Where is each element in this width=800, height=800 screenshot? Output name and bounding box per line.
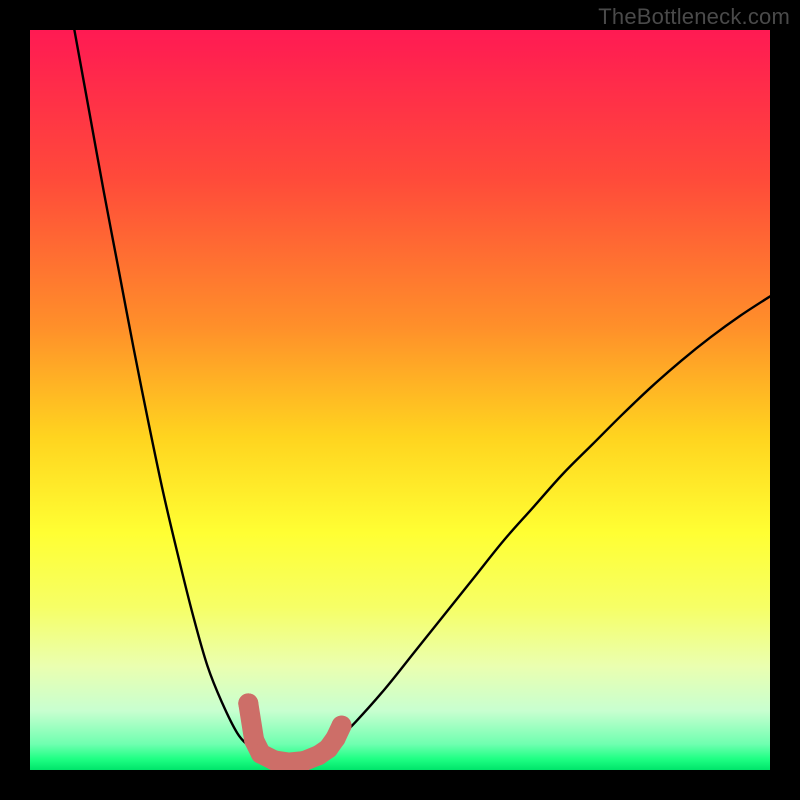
highlighted-markers (238, 693, 351, 770)
chart-svg (30, 30, 770, 770)
curve-right-branch (333, 296, 770, 744)
outer-frame: TheBottleneck.com (0, 0, 800, 800)
plot-area (30, 30, 770, 770)
marker-dot (332, 716, 352, 736)
curve-left-branch (74, 30, 259, 754)
marker-dot (238, 693, 258, 713)
watermark-text: TheBottleneck.com (598, 4, 790, 30)
